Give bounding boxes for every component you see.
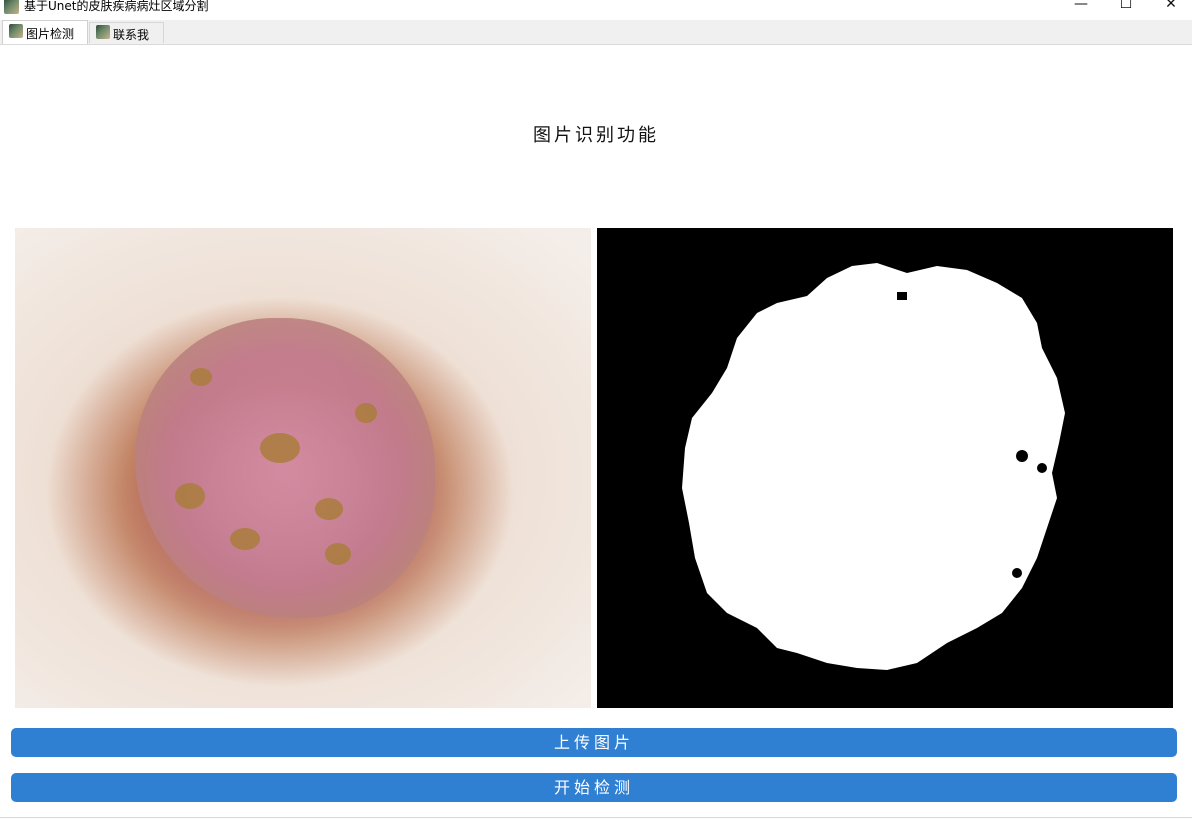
lesion-spot [325,543,351,565]
person-photo-icon [9,24,23,38]
tab-bar: 图片检测 联系我 [0,20,1192,45]
lesion-spot [355,403,377,423]
window-title: 基于Unet的皮肤疾病病灶区域分割 [24,0,209,13]
app-icon [4,0,19,14]
input-image [15,228,591,708]
lesion-region [135,318,435,618]
maximize-button[interactable]: ☐ [1103,0,1149,14]
lesion-spot [190,368,212,386]
minimize-button[interactable]: — [1058,0,1104,14]
start-detection-button[interactable]: 开始检测 [11,773,1177,802]
close-button[interactable]: ✕ [1148,0,1192,14]
person-photo-icon [96,25,110,39]
upload-image-button[interactable]: 上传图片 [11,728,1177,757]
lesion-spot [230,528,260,550]
lesion-spot [175,483,205,509]
output-image [597,228,1173,708]
segmentation-mask [682,263,1065,670]
page-title: 图片识别功能 [533,125,659,146]
tab-label: 图片检测 [26,27,75,41]
tab-label: 联系我 [113,28,150,42]
bottom-divider [0,817,1192,818]
lesion-spot [260,433,300,463]
tab-contact-me[interactable]: 联系我 [89,22,164,43]
title-bar: 基于Unet的皮肤疾病病灶区域分割 — ☐ ✕ [0,0,1192,20]
lesion-spot [315,498,343,520]
tab-image-detection[interactable]: 图片检测 [2,20,88,44]
